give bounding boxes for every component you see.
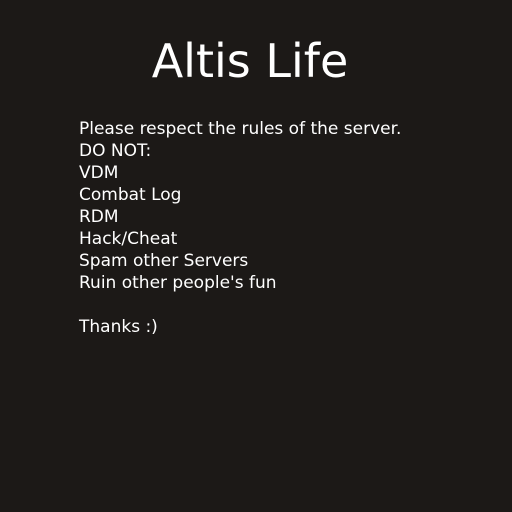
server-title: Altis Life [151,34,349,88]
rules-text-block: Please respect the rules of the server. … [79,118,499,338]
loading-screen: Altis Life Please respect the rules of t… [0,0,512,512]
closing-message: Thanks :) [79,317,158,337]
rule-item-spam: Spam other Servers [79,251,249,271]
rule-item-hack-cheat: Hack/Cheat [79,229,178,249]
rules-intro: Please respect the rules of the server. [79,119,402,139]
rule-item-combat-log: Combat Log [79,185,182,205]
rule-item-rdm: RDM [79,207,119,227]
do-not-heading: DO NOT: [79,141,152,161]
rule-item-ruin-fun: Ruin other people's fun [79,273,277,293]
rule-item-vdm: VDM [79,163,119,183]
